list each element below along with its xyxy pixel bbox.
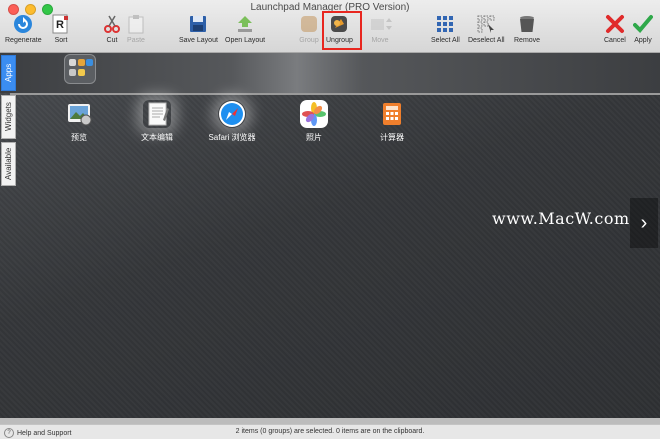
selected-group-folder[interactable] xyxy=(64,54,96,84)
cancel-button[interactable]: Cancel xyxy=(604,14,626,44)
floppy-disk-icon xyxy=(188,14,208,34)
ungroup-highlight-box xyxy=(322,11,362,50)
app-label: Safari 浏览器 xyxy=(208,133,256,142)
textedit-icon xyxy=(143,100,171,128)
save-layout-label: Save Layout xyxy=(179,37,218,44)
watermark-text: www.MacW.com xyxy=(492,209,630,228)
deselect-all-button[interactable]: Deselect All xyxy=(468,14,505,44)
regenerate-button[interactable]: Regenerate xyxy=(5,14,42,44)
preview-icon xyxy=(65,100,93,128)
move-icon xyxy=(370,14,392,34)
select-all-icon xyxy=(435,14,455,34)
app-label: 计算器 xyxy=(380,133,404,142)
svg-text:R: R xyxy=(56,19,64,31)
open-layout-label: Open Layout xyxy=(225,37,266,44)
open-layout-icon xyxy=(235,14,255,34)
paste-label: Paste xyxy=(127,37,145,44)
regenerate-label: Regenerate xyxy=(5,37,42,44)
next-page-arrow[interactable]: › xyxy=(630,198,658,248)
deselect-all-icon xyxy=(476,14,496,34)
safari-icon xyxy=(218,100,246,128)
deselect-all-label: Deselect All xyxy=(468,37,505,44)
launchpad-manager-window: Launchpad Manager (PRO Version) Regenera… xyxy=(0,0,660,439)
status-bar: ? Help and Support 2 items (0 groups) ar… xyxy=(0,424,660,439)
toolbar: Launchpad Manager (PRO Version) Regenera… xyxy=(0,0,660,53)
tab-apps[interactable]: Apps xyxy=(1,55,16,91)
group-label: Group xyxy=(299,37,319,44)
cut-button[interactable]: Cut xyxy=(102,14,122,44)
cut-label: Cut xyxy=(106,37,118,44)
trash-icon xyxy=(517,14,537,34)
move-label: Move xyxy=(371,37,389,44)
cancel-label: Cancel xyxy=(604,37,626,44)
sort-button[interactable]: R Sort xyxy=(51,14,71,44)
select-all-button[interactable]: Select All xyxy=(431,14,460,44)
app-preview[interactable]: 预览 xyxy=(44,100,114,143)
app-textedit[interactable]: 文本编辑 xyxy=(122,100,192,143)
tab-available[interactable]: Available xyxy=(1,142,16,186)
app-calculator[interactable]: 计算器 xyxy=(357,100,427,143)
save-layout-button[interactable]: Save Layout xyxy=(179,14,218,44)
group-button[interactable]: Group xyxy=(299,14,319,44)
move-button[interactable]: Move xyxy=(370,14,392,44)
cancel-x-icon xyxy=(605,14,625,34)
open-layout-button[interactable]: Open Layout xyxy=(225,14,265,44)
remove-button[interactable]: Remove xyxy=(514,14,540,44)
apply-label: Apply xyxy=(634,37,652,44)
app-safari[interactable]: Safari 浏览器 xyxy=(197,100,267,143)
checkmark-icon xyxy=(633,14,653,34)
tab-widgets[interactable]: Widgets xyxy=(1,95,16,139)
sort-label: Sort xyxy=(54,37,68,44)
chevron-right-icon: › xyxy=(640,211,648,234)
apply-button[interactable]: Apply xyxy=(633,14,653,44)
regenerate-icon xyxy=(13,14,33,34)
photos-icon xyxy=(300,100,328,128)
group-icon xyxy=(299,14,319,34)
remove-label: Remove xyxy=(514,37,541,44)
paste-button[interactable]: Paste xyxy=(126,14,146,44)
app-label: 文本编辑 xyxy=(141,133,173,142)
app-photos[interactable]: 照片 xyxy=(279,100,349,143)
sort-icon: R xyxy=(51,14,71,34)
side-tabs: Apps Widgets Available xyxy=(0,55,16,186)
select-all-label: Select All xyxy=(431,37,460,44)
shelf-divider xyxy=(10,93,660,95)
calculator-icon xyxy=(378,100,406,128)
app-label: 照片 xyxy=(306,133,322,142)
selection-status-text: 2 items (0 groups) are selected. 0 items… xyxy=(235,428,425,435)
scissors-icon xyxy=(102,14,122,34)
launchpad-top-band xyxy=(0,53,660,93)
app-label: 预览 xyxy=(71,133,87,142)
paste-icon xyxy=(126,14,146,34)
